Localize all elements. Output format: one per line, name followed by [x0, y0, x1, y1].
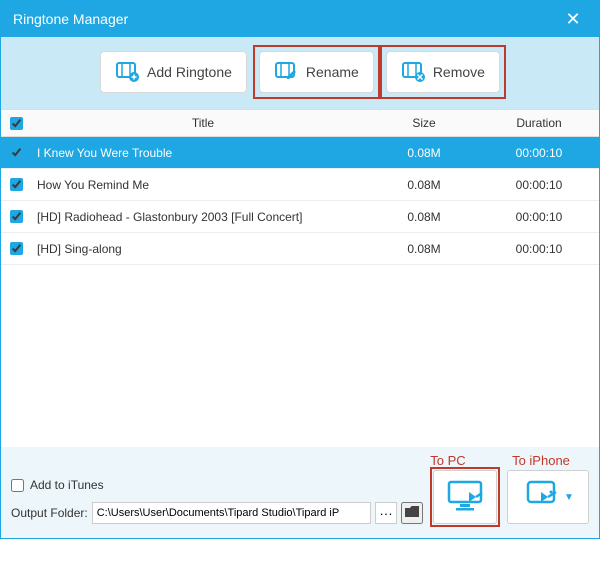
- footer: To PC To iPhone Add to iTunes Output Fol…: [1, 447, 599, 538]
- to-pc-annotation: To PC: [413, 453, 483, 468]
- row-duration: 00:00:10: [479, 210, 599, 224]
- row-check-cell[interactable]: [1, 210, 31, 223]
- row-title: [HD] Radiohead - Glastonbury 2003 [Full …: [31, 210, 369, 224]
- rename-button[interactable]: Rename: [259, 51, 374, 93]
- ellipsis-icon: ···: [379, 506, 392, 521]
- add-to-itunes-label: Add to iTunes: [30, 478, 104, 492]
- row-size: 0.08M: [369, 146, 479, 160]
- toolbar: Add Ringtone Rename Remove: [1, 37, 599, 109]
- output-folder-row: Output Folder: ···: [11, 502, 423, 524]
- add-to-itunes-option[interactable]: Add to iTunes: [11, 478, 423, 492]
- table-row[interactable]: [HD] Sing-along0.08M00:00:10: [1, 233, 599, 265]
- select-all-checkbox[interactable]: [10, 117, 23, 130]
- remove-label: Remove: [433, 64, 485, 80]
- film-plus-icon: [115, 59, 139, 86]
- column-size: Size: [369, 116, 479, 130]
- to-iphone-icon: [522, 479, 560, 516]
- add-ringtone-button[interactable]: Add Ringtone: [100, 51, 247, 93]
- to-pc-icon: [446, 479, 484, 516]
- ringtone-manager-window: Ringtone Manager ✕ Add Ringtone Rename R: [0, 0, 600, 539]
- row-checkbox[interactable]: [10, 210, 23, 223]
- row-check-cell[interactable]: [1, 146, 31, 159]
- row-size: 0.08M: [369, 242, 479, 256]
- table-header: Title Size Duration: [1, 109, 599, 137]
- add-ringtone-label: Add Ringtone: [147, 64, 232, 80]
- column-duration: Duration: [479, 116, 599, 130]
- row-duration: 00:00:10: [479, 242, 599, 256]
- row-title: I Knew You Were Trouble: [31, 146, 369, 160]
- output-folder-label: Output Folder:: [11, 506, 88, 520]
- rename-label: Rename: [306, 64, 359, 80]
- film-edit-icon: [274, 59, 298, 86]
- titlebar: Ringtone Manager ✕: [1, 1, 599, 37]
- table-row[interactable]: I Knew You Were Trouble0.08M00:00:10: [1, 137, 599, 169]
- row-checkbox[interactable]: [10, 178, 23, 191]
- open-folder-button[interactable]: [401, 502, 423, 524]
- row-checkbox[interactable]: [10, 146, 23, 159]
- close-icon[interactable]: ✕: [559, 9, 587, 30]
- to-iphone-button[interactable]: ▼: [507, 470, 589, 524]
- folder-icon: [404, 505, 420, 522]
- remove-button[interactable]: Remove: [386, 51, 500, 93]
- browse-button[interactable]: ···: [375, 502, 397, 524]
- remove-highlight: Remove: [386, 51, 500, 93]
- row-check-cell[interactable]: [1, 242, 31, 255]
- annotation-row: To PC To iPhone: [11, 453, 589, 468]
- row-duration: 00:00:10: [479, 178, 599, 192]
- table-body: I Knew You Were Trouble0.08M00:00:10How …: [1, 137, 599, 447]
- row-title: [HD] Sing-along: [31, 242, 369, 256]
- window-title: Ringtone Manager: [13, 11, 559, 27]
- rename-highlight: Rename: [259, 51, 374, 93]
- select-all-cell[interactable]: [1, 117, 31, 130]
- table-row[interactable]: [HD] Radiohead - Glastonbury 2003 [Full …: [1, 201, 599, 233]
- add-to-itunes-checkbox[interactable]: [11, 479, 24, 492]
- row-size: 0.08M: [369, 210, 479, 224]
- row-title: How You Remind Me: [31, 178, 369, 192]
- film-remove-icon: [401, 59, 425, 86]
- row-checkbox[interactable]: [10, 242, 23, 255]
- row-check-cell[interactable]: [1, 178, 31, 191]
- row-size: 0.08M: [369, 178, 479, 192]
- table-row[interactable]: How You Remind Me0.08M00:00:10: [1, 169, 599, 201]
- column-title: Title: [31, 116, 369, 130]
- row-duration: 00:00:10: [479, 146, 599, 160]
- output-folder-input[interactable]: [92, 502, 371, 524]
- to-iphone-annotation: To iPhone: [505, 453, 577, 468]
- to-pc-button[interactable]: [433, 470, 497, 524]
- chevron-down-icon: ▼: [564, 492, 574, 503]
